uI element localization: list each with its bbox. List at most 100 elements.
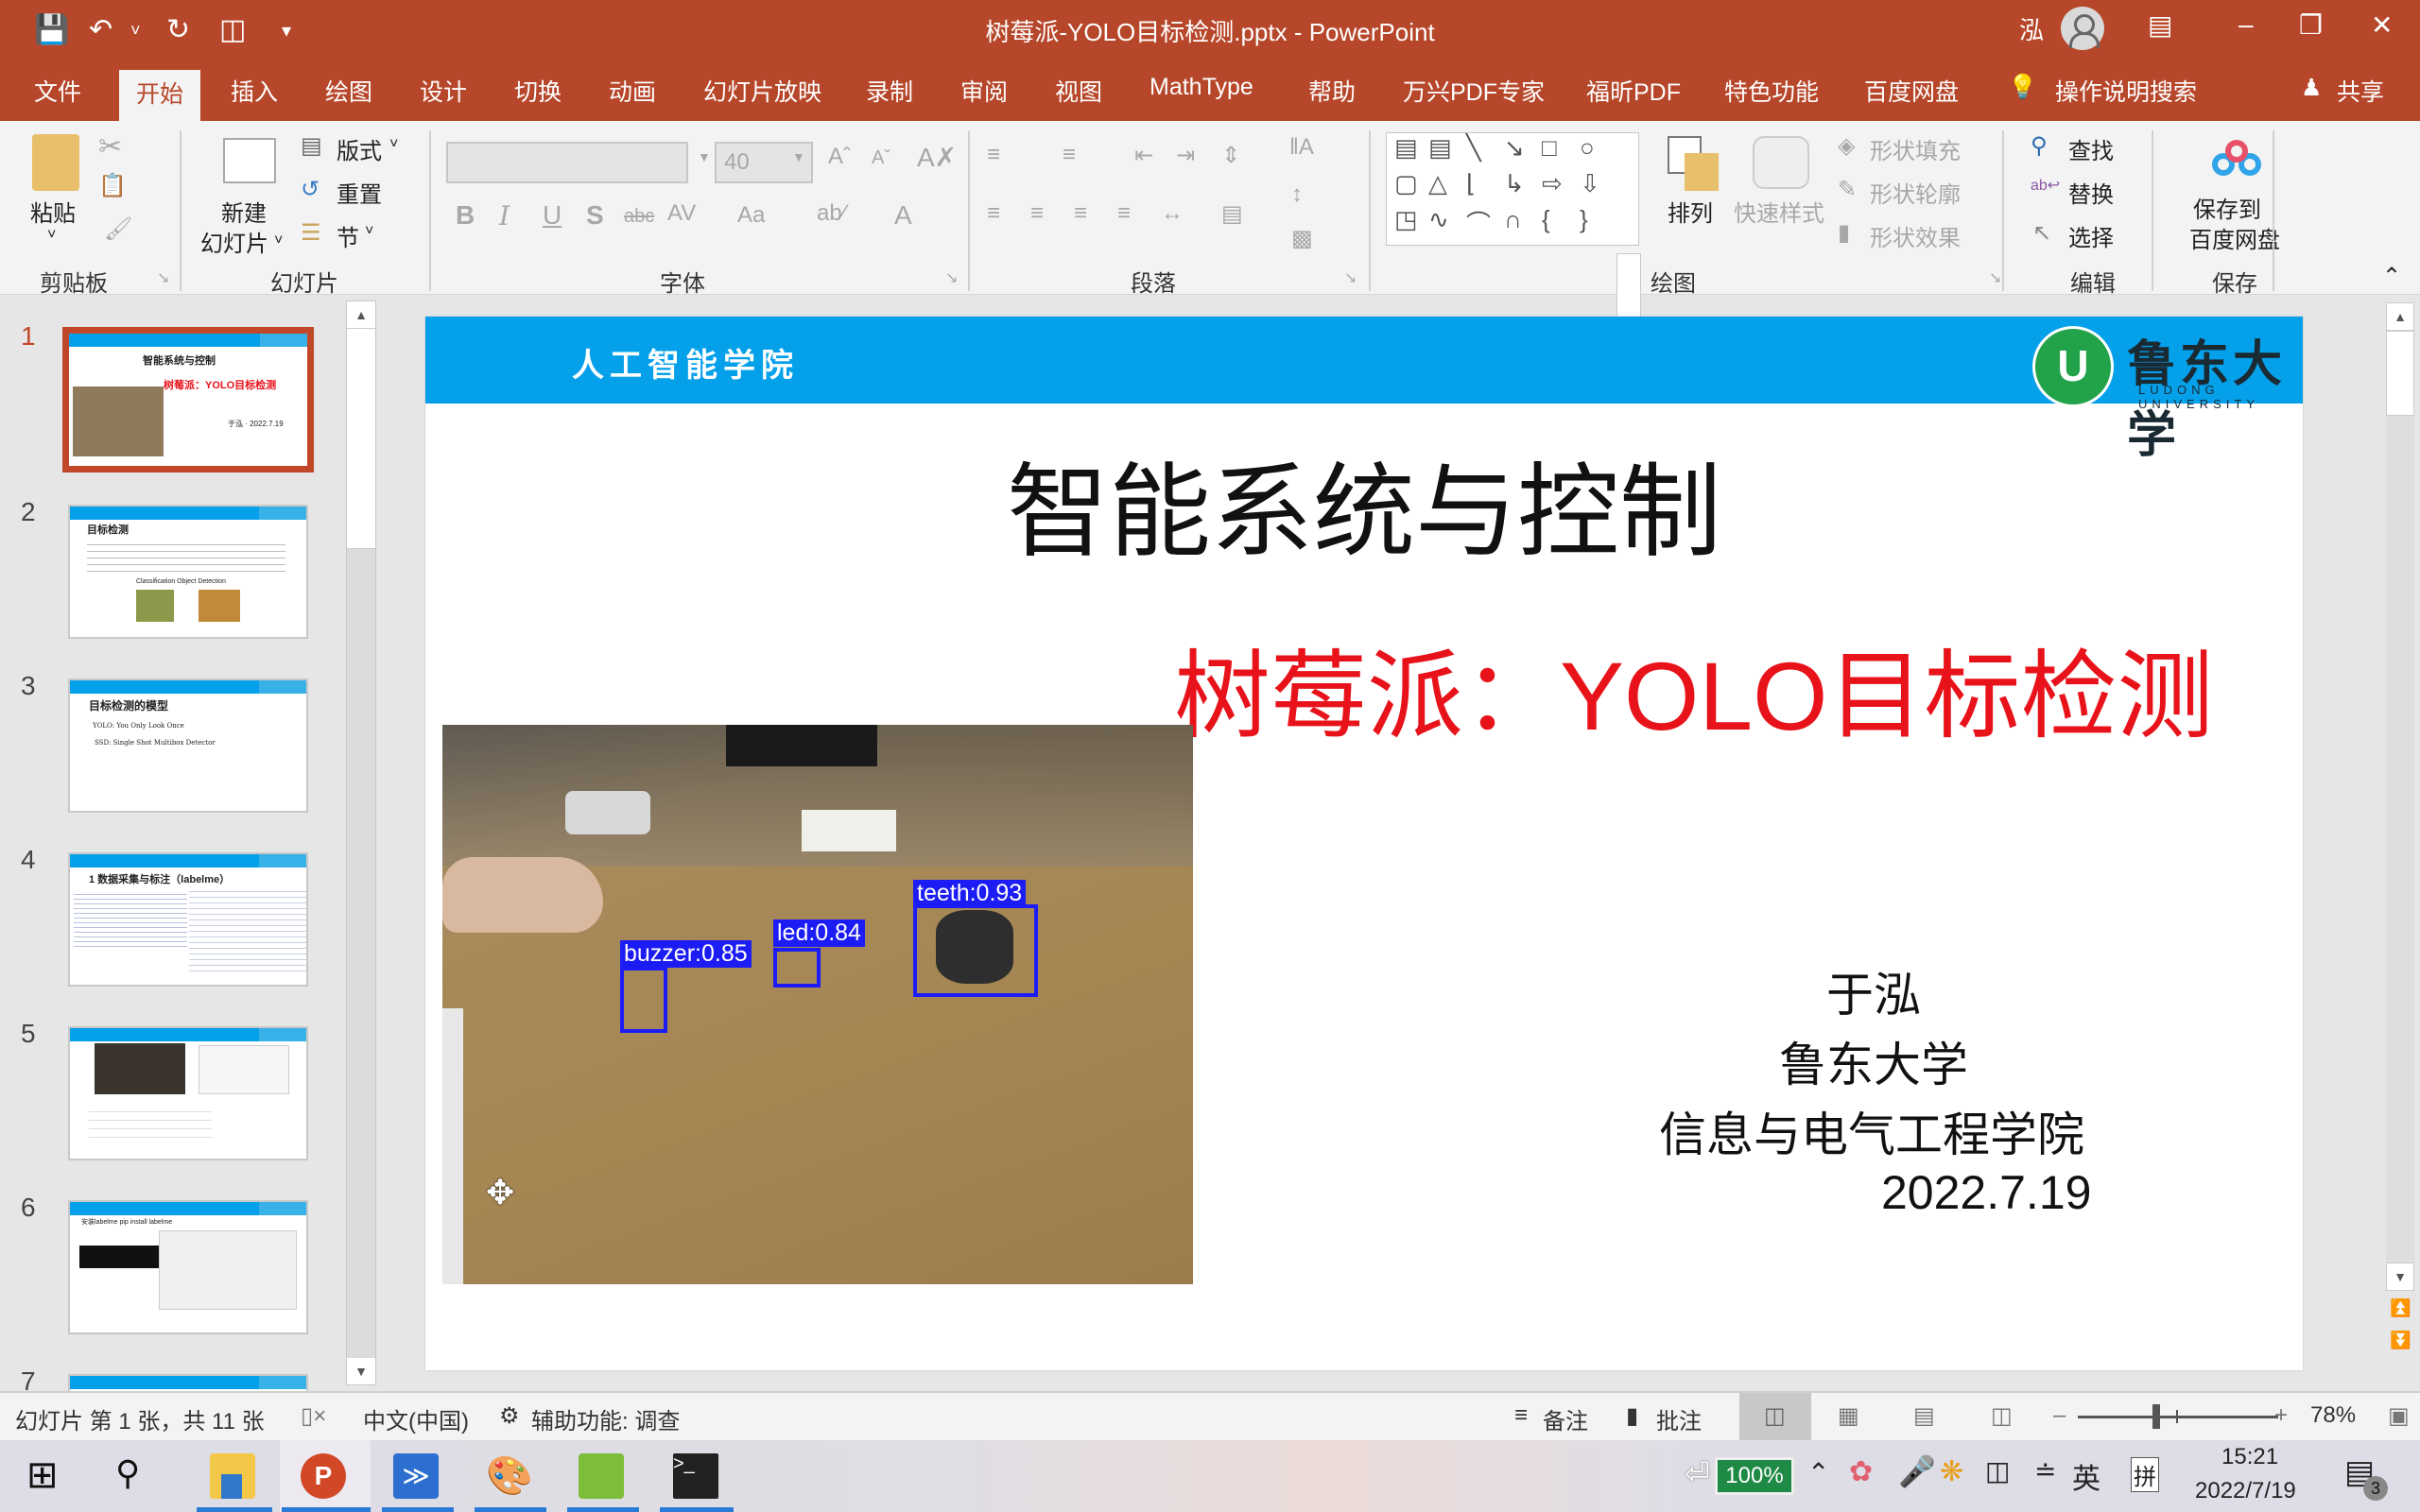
shapes-gallery[interactable]: ▤ ▤ ╲ ↘ □ ○ ▢ △ ⌊ ↳ ⇨ ⇩ ◳ ∿ ⌒ ∩ { } xyxy=(1386,132,1639,246)
clear-formatting-icon[interactable]: A✗ xyxy=(917,142,957,173)
bullets-icon[interactable]: ≡ xyxy=(987,142,1000,168)
paste-icon[interactable] xyxy=(32,134,79,191)
save-to-baidu-button[interactable]: 百度网盘 xyxy=(2189,221,2280,254)
right-arrow-shape-icon[interactable]: ⇨ xyxy=(1542,169,1563,198)
slide-scrollbar[interactable]: ▲ ▼ ⏫ ⏬ xyxy=(2386,295,2414,1391)
slideshow-view-icon[interactable]: ◫ xyxy=(1991,1402,2013,1430)
replace-button[interactable]: 替换 xyxy=(2068,176,2114,209)
oval-shape-icon[interactable]: ○ xyxy=(1580,133,1595,163)
scroll-up-icon[interactable]: ▲ xyxy=(2386,302,2414,331)
triangle-shape-icon[interactable]: △ xyxy=(1428,169,1447,198)
tray-app-icon[interactable]: ✿ xyxy=(1849,1455,1873,1488)
slide-thumbnail-6[interactable]: 安装labelme pip install labelme xyxy=(68,1200,308,1334)
microphone-icon[interactable]: 🎤 xyxy=(1898,1453,1936,1489)
font-color-icon[interactable]: A xyxy=(894,200,912,231)
drawing-launcher-icon[interactable]: ↘ xyxy=(1989,268,2001,287)
paste-button[interactable]: 粘贴 xyxy=(30,195,76,228)
curve-shape-icon[interactable]: ∩ xyxy=(1504,205,1522,234)
align-center-icon[interactable]: ≡ xyxy=(1030,200,1044,227)
thumbnails-scroll-thumb[interactable] xyxy=(347,328,375,549)
vertical-textbox-shape-icon[interactable]: ▤ xyxy=(1428,133,1452,163)
scroll-up-icon[interactable]: ▲ xyxy=(347,301,375,328)
tab-animations[interactable]: 动画 xyxy=(609,74,656,108)
wifi-icon[interactable]: ≐ xyxy=(2034,1455,2056,1486)
distributed-icon[interactable]: ↔ xyxy=(1161,200,1184,227)
clock-time[interactable]: 15:21 xyxy=(2221,1444,2278,1470)
increase-indent-icon[interactable]: ⇥ xyxy=(1176,142,1195,169)
share-button[interactable]: 共享 xyxy=(2337,74,2384,108)
tab-special-features[interactable]: 特色功能 xyxy=(1724,74,1819,108)
next-slide-icon[interactable]: ⏬ xyxy=(2390,1331,2411,1350)
minimize-icon[interactable]: – xyxy=(2238,9,2254,40)
textbox-shape-icon[interactable]: ▤ xyxy=(1394,133,1418,163)
tab-design[interactable]: 设计 xyxy=(420,74,467,108)
save-to-baidu-label-1[interactable]: 保存到 xyxy=(2193,191,2261,224)
previous-slide-icon[interactable]: ⏫ xyxy=(2390,1298,2411,1318)
italic-icon[interactable]: I xyxy=(499,200,510,232)
scroll-down-icon[interactable]: ▼ xyxy=(347,1358,375,1384)
align-right-icon[interactable]: ≡ xyxy=(1074,200,1087,227)
tab-mathtype[interactable]: MathType xyxy=(1150,74,1253,101)
thumbnails-scrollbar[interactable]: ▲ ▼ xyxy=(346,301,376,1385)
format-painter-icon[interactable]: 🖌 xyxy=(104,215,132,243)
tab-help[interactable]: 帮助 xyxy=(1308,74,1356,108)
arc-shape-icon[interactable]: ⌒ xyxy=(1466,205,1491,240)
tab-file[interactable]: 文件 xyxy=(34,74,81,108)
rectangle-shape-icon[interactable]: □ xyxy=(1542,133,1557,163)
paragraph-launcher-icon[interactable]: ↘ xyxy=(1344,268,1357,287)
reset-button[interactable]: 重置 xyxy=(337,176,382,209)
zoom-slider[interactable] xyxy=(2078,1404,2278,1429)
baidu-cloud-icon[interactable] xyxy=(2212,140,2263,178)
fit-to-window-icon[interactable]: ▣ xyxy=(2388,1402,2410,1430)
restore-icon[interactable]: ❐ xyxy=(2299,9,2323,41)
battery-indicator[interactable]: 100% xyxy=(1715,1457,1794,1495)
increase-font-icon[interactable]: Aˆ xyxy=(828,144,851,170)
powershell-icon[interactable]: ≫ xyxy=(393,1453,439,1499)
layout-button[interactable]: 版式 xyxy=(337,132,382,165)
normal-view-button[interactable]: ◫ xyxy=(1739,1393,1811,1440)
new-slide-label-1[interactable]: 新建 xyxy=(221,195,267,228)
highlight-icon[interactable]: ab⁄ xyxy=(817,200,846,227)
author-school[interactable]: 信息与电气工程学院 xyxy=(1659,1097,2084,1165)
zoom-out-button[interactable]: – xyxy=(2053,1402,2066,1429)
slide-thumbnail-7[interactable] xyxy=(68,1374,308,1391)
slide-title[interactable]: 智能系统与控制 xyxy=(425,430,2303,577)
tab-review[interactable]: 审阅 xyxy=(960,74,1008,108)
freeform-shape-icon[interactable]: ◳ xyxy=(1394,205,1418,234)
copy-icon[interactable]: 📋 xyxy=(98,172,127,199)
columns-icon[interactable]: ▤ xyxy=(1221,200,1243,228)
windows-start-icon[interactable]: ⊞ xyxy=(26,1453,59,1497)
font-name-dropdown-icon[interactable]: ▼ xyxy=(698,149,711,164)
ime-mode-indicator[interactable]: 拼 xyxy=(2131,1457,2159,1492)
slide-canvas[interactable]: 人工智能学院 鲁东大学 LUDONG UNIVERSITY 智能系统与控制 树莓… xyxy=(425,317,2303,1370)
ribbon-display-options-icon[interactable]: ▤ xyxy=(2148,9,2172,41)
decrease-indent-icon[interactable]: ⇤ xyxy=(1134,142,1153,169)
scribble-shape-icon[interactable]: ∿ xyxy=(1428,205,1449,234)
reading-view-icon[interactable]: ▤ xyxy=(1913,1402,1935,1430)
section-dropdown-icon[interactable]: ˅ xyxy=(365,223,373,240)
notes-button[interactable]: 备注 xyxy=(1543,1402,1588,1435)
power-status-icon[interactable]: ◫ xyxy=(1985,1455,2010,1486)
user-name[interactable]: 泓 xyxy=(2019,11,2044,46)
language-indicator[interactable]: 中文(中国) xyxy=(363,1402,469,1435)
accessibility-status[interactable]: 辅助功能: 调查 xyxy=(531,1402,680,1435)
arrow-line-shape-icon[interactable]: ↘ xyxy=(1504,133,1525,163)
decrease-font-icon[interactable]: Aˇ xyxy=(872,147,890,169)
slide-sorter-view-icon[interactable]: ▦ xyxy=(1838,1402,1859,1430)
tab-record[interactable]: 录制 xyxy=(866,74,913,108)
file-explorer-icon[interactable] xyxy=(210,1453,255,1499)
select-button[interactable]: 选择 xyxy=(2068,219,2114,252)
slide-thumbnail-2[interactable]: 目标检测 Classification Object Detection xyxy=(68,505,308,639)
search-icon[interactable]: ⚲ xyxy=(115,1453,140,1493)
line-shape-icon[interactable]: ╲ xyxy=(1466,133,1481,163)
slide-subtitle[interactable]: 树莓派：YOLO目标检测 xyxy=(1174,619,2213,758)
slide-counter[interactable]: 幻灯片 第 1 张，共 11 张 xyxy=(15,1402,265,1435)
spelling-check-icon[interactable]: ▯× xyxy=(301,1402,326,1430)
bold-icon[interactable]: B xyxy=(456,200,475,231)
clipboard-launcher-icon[interactable]: ↘ xyxy=(157,268,169,287)
find-button[interactable]: 查找 xyxy=(2068,132,2114,165)
collapse-ribbon-icon[interactable]: ⌃ xyxy=(2382,263,2401,290)
tell-me-search[interactable]: 操作说明搜索 xyxy=(2055,74,2197,108)
smartart-icon[interactable]: ▩ xyxy=(1291,225,1313,252)
align-left-icon[interactable]: ≡ xyxy=(987,200,1000,227)
